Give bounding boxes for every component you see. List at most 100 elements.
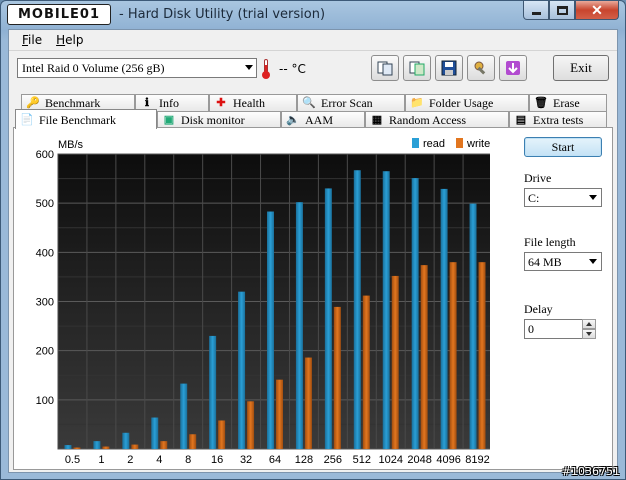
tab-error-scan-label: Error Scan xyxy=(321,96,373,110)
tab-aam-label: AAM xyxy=(305,113,334,127)
spin-down-icon[interactable] xyxy=(582,329,596,339)
bar-write xyxy=(160,441,168,449)
drive-combo-value: C: xyxy=(528,191,540,205)
bar-read xyxy=(238,291,246,449)
x-tick-label: 0.5 xyxy=(65,454,80,466)
bar-read xyxy=(324,188,332,449)
x-tick-label: 512 xyxy=(353,454,371,466)
bar-read xyxy=(151,417,159,449)
menu-help-label: elp xyxy=(65,33,84,47)
bar-read xyxy=(180,383,188,449)
x-tick-label: 8192 xyxy=(465,454,489,466)
copy-icon xyxy=(377,61,393,76)
spin-up-icon[interactable] xyxy=(582,319,596,329)
tab-health-label: Health xyxy=(233,96,265,110)
minimize-button[interactable] xyxy=(523,1,549,20)
tab-random-access[interactable]: ▦ Random Access xyxy=(365,111,509,128)
tab-aam[interactable]: 🔈 AAM xyxy=(281,111,365,128)
bar-write xyxy=(218,420,226,449)
drive-combo[interactable]: C: xyxy=(524,188,602,207)
copy-info-button[interactable] xyxy=(371,55,399,81)
bar-read xyxy=(93,441,101,449)
menu-bar: File Help xyxy=(9,30,617,50)
x-tick-label: 32 xyxy=(240,454,252,466)
close-icon: ✕ xyxy=(591,1,603,18)
menu-help[interactable]: Help xyxy=(49,30,90,50)
bar-write xyxy=(304,357,312,449)
window-title: - Hard Disk Utility (trial version) xyxy=(119,7,326,22)
tab-file-benchmark-label: File Benchmark xyxy=(39,112,116,127)
x-tick-label: 4096 xyxy=(436,454,460,466)
y-tick-label: 600 xyxy=(36,149,54,161)
y-tick-label: 200 xyxy=(36,346,54,358)
x-tick-label: 64 xyxy=(269,454,281,466)
file-length-value: 64 MB xyxy=(528,255,562,269)
legend-read-label: read xyxy=(423,138,445,150)
maximize-button[interactable] xyxy=(549,1,575,20)
x-tick-label: 2 xyxy=(127,454,133,466)
app-window: MOBILE01 - Hard Disk Utility (trial vers… xyxy=(0,0,626,480)
chevron-down-icon xyxy=(589,259,597,264)
drive-select[interactable]: Intel Raid 0 Volume (256 gB) xyxy=(17,58,257,78)
tab-folder-usage[interactable]: 📁 Folder Usage xyxy=(405,94,529,111)
bar-read xyxy=(209,335,217,449)
legend-read-swatch xyxy=(412,138,419,148)
delay-spinner[interactable]: 0 xyxy=(524,319,596,339)
delay-value: 0 xyxy=(528,322,534,336)
info-icon: ℹ xyxy=(144,97,150,109)
x-tick-label: 1024 xyxy=(378,454,402,466)
menu-help-accel: H xyxy=(56,33,66,47)
y-tick-label: 100 xyxy=(36,395,54,407)
x-tick-label: 128 xyxy=(295,454,313,466)
bar-write xyxy=(478,262,486,449)
tab-file-benchmark[interactable]: 📄 File Benchmark xyxy=(15,109,157,129)
bar-write xyxy=(189,434,197,449)
save-button[interactable] xyxy=(435,55,463,81)
tab-extra-tests[interactable]: ▤ Extra tests xyxy=(509,111,607,128)
start-button[interactable]: Start xyxy=(524,137,602,157)
x-tick-label: 4 xyxy=(156,454,162,466)
y-tick-label: 300 xyxy=(36,297,54,309)
tab-random-access-label: Random Access xyxy=(389,113,466,127)
download-icon xyxy=(506,61,520,75)
delay-label: Delay xyxy=(524,302,553,316)
client-area: File Help Intel Raid 0 Volume (256 gB) -… xyxy=(8,29,618,473)
download-button[interactable] xyxy=(499,55,527,81)
bar-read xyxy=(469,203,477,449)
legend-write-swatch xyxy=(456,138,463,148)
tab-disk-monitor[interactable]: ▣ Disk monitor xyxy=(157,111,281,128)
close-button[interactable]: ✕ xyxy=(575,1,619,20)
drive-label: Drive xyxy=(524,171,552,185)
bar-write xyxy=(276,379,283,449)
file-benchmark-panel: 100 200 300 400 500 600 MB/s read write 0.5 1 2 4 8 16… xyxy=(13,127,613,470)
temperature-readout: -- °C xyxy=(279,62,306,76)
file-length-combo[interactable]: 64 MB xyxy=(524,252,602,271)
copy-all-button[interactable] xyxy=(403,55,431,81)
options-button[interactable] xyxy=(467,55,495,81)
x-tick-label: 1 xyxy=(98,454,104,466)
app-logo: MOBILE01 xyxy=(7,4,111,25)
tab-error-scan[interactable]: 🔍 Error Scan xyxy=(297,94,405,111)
bar-read xyxy=(295,202,303,449)
bar-read xyxy=(353,170,361,449)
folder-icon: 📁 xyxy=(410,97,424,109)
x-tick-label: 2048 xyxy=(407,454,431,466)
bar-write xyxy=(420,265,428,449)
bar-write xyxy=(391,275,399,449)
floppy-icon xyxy=(441,60,457,76)
x-tick-label: 256 xyxy=(324,454,342,466)
menu-file[interactable]: File xyxy=(15,30,49,50)
benchmark-chart: 100 200 300 400 500 600 MB/s read write 0.5 1 2 4 8 16… xyxy=(36,138,490,466)
bar-read xyxy=(122,432,130,449)
exit-button[interactable]: Exit xyxy=(553,55,609,81)
tools-icon xyxy=(474,61,486,75)
tab-erase[interactable]: 🗑 Erase xyxy=(529,94,607,111)
title-bar[interactable]: MOBILE01 - Hard Disk Utility (trial vers… xyxy=(1,1,625,29)
bar-read xyxy=(440,188,448,449)
x-tick-label: 8 xyxy=(185,454,191,466)
bar-write xyxy=(131,444,139,449)
tab-health[interactable]: ✚ Health xyxy=(209,94,297,111)
gauge-icon: 🔑 xyxy=(26,97,40,109)
bar-write xyxy=(333,306,341,449)
trash-icon: 🗑 xyxy=(534,97,548,109)
